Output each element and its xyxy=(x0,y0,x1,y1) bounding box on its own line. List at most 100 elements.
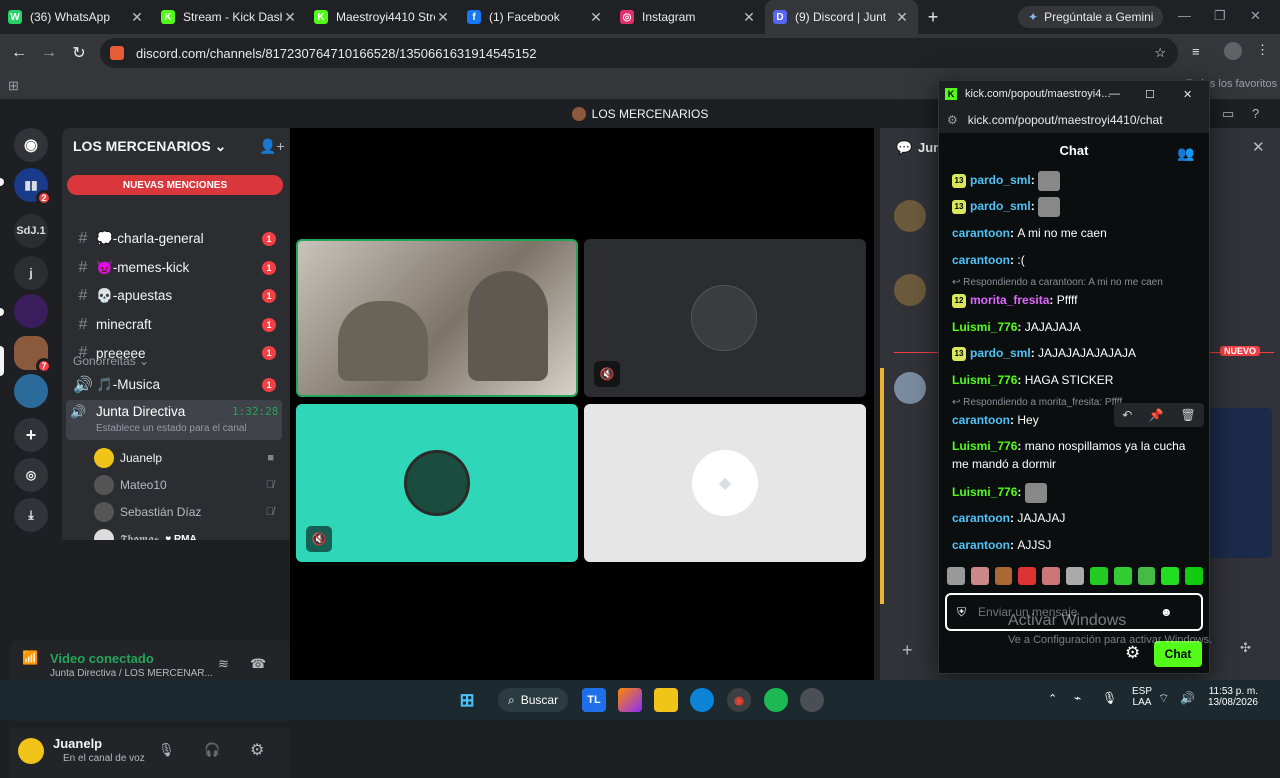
category-header[interactable]: Gonorreitas ⌄ xyxy=(73,354,149,368)
maximize-icon[interactable]: ❐ xyxy=(1214,8,1226,24)
emote-icon[interactable] xyxy=(1113,567,1132,585)
chat-message[interactable]: Luismi_776: mano nospillamos ya la cucha… xyxy=(952,437,1202,473)
discover-icon[interactable]: ◎ xyxy=(14,458,48,492)
new-mentions-button[interactable]: NUEVAS MENCIONES xyxy=(67,175,283,195)
emote-icon[interactable] xyxy=(970,567,989,585)
discord-home-icon[interactable]: ◉ xyxy=(14,128,48,162)
text-channel[interactable]: # 💀-apuestas 1 xyxy=(70,283,282,309)
guild-icon[interactable] xyxy=(14,374,48,408)
emote-icon[interactable] xyxy=(1018,567,1037,585)
guild-los-mercenarios[interactable]: 7 xyxy=(14,336,52,374)
chat-message[interactable]: carantoon: :( xyxy=(952,251,1202,269)
guild-j[interactable]: j xyxy=(14,256,48,290)
network-icon[interactable]: ⌁ xyxy=(1074,691,1081,705)
username[interactable]: Juanelp xyxy=(53,736,102,751)
tl-app-icon[interactable]: TL xyxy=(582,688,606,712)
emote-icon[interactable] xyxy=(1042,567,1061,585)
emote-icon[interactable] xyxy=(947,567,965,585)
microphone-icon[interactable]: 🎙 xyxy=(1102,691,1117,705)
chat-message[interactable]: 12 morita_fresita: Pffff xyxy=(952,291,1202,309)
users-icon[interactable]: 👥 xyxy=(1177,145,1194,162)
chat-username[interactable]: pardo_sml xyxy=(970,346,1031,360)
chat-username[interactable]: carantoon xyxy=(952,413,1010,427)
wifi-icon[interactable]: ⌔ xyxy=(1158,691,1169,706)
chat-message[interactable]: Luismi_776: JAJAJAJA xyxy=(952,318,1202,336)
chat-username[interactable]: carantoon xyxy=(952,538,1010,552)
clock[interactable]: 11:53 p. m. 13/08/2026 xyxy=(1204,686,1258,708)
disconnect-icon[interactable]: ☎ xyxy=(250,656,266,672)
maximize-icon[interactable]: ☐ xyxy=(1145,88,1155,101)
microphone-icon[interactable]: 🎙 xyxy=(158,742,175,758)
guild-icon[interactable]: ▮▮ 2 xyxy=(14,168,52,206)
headphones-icon[interactable]: 🎧 xyxy=(204,742,220,758)
chevron-up-icon[interactable]: ⌃ xyxy=(1048,692,1057,705)
video-tile-user[interactable]: ◆ xyxy=(584,404,866,562)
browser-tab[interactable]: ◎ Instagram ✕ xyxy=(612,0,765,34)
close-tab-icon[interactable]: ✕ xyxy=(282,9,298,26)
text-channel[interactable]: # 💭-charla-general 1 xyxy=(70,226,282,252)
chat-username[interactable]: Luismi_776 xyxy=(952,439,1017,453)
chat-username[interactable]: Luismi_776 xyxy=(952,485,1017,499)
close-tab-icon[interactable]: ✕ xyxy=(435,9,451,26)
delete-icon[interactable]: 🗑 xyxy=(1180,408,1195,422)
chat-message[interactable]: carantoon: A mi no me caen xyxy=(952,224,1202,242)
close-icon[interactable]: ✕ xyxy=(1252,138,1265,156)
help-icon[interactable]: ? xyxy=(1252,106,1259,121)
browser-tab[interactable]: K Stream - Kick Dashb✕ xyxy=(153,0,306,34)
apps-icon[interactable]: ✣ xyxy=(1240,640,1251,656)
pin-icon[interactable]: 📌 xyxy=(1149,408,1164,422)
minimize-icon[interactable]: — xyxy=(1178,8,1191,23)
vc-channel-subtitle[interactable]: Junta Directiva / LOS MERCENAR... xyxy=(50,668,213,679)
copilot-icon[interactable] xyxy=(618,688,642,712)
minimize-icon[interactable]: — xyxy=(1109,88,1120,100)
voice-channel-musica[interactable]: 🔊 🎵-Musica 1 xyxy=(70,372,282,398)
close-icon[interactable]: ✕ xyxy=(1183,88,1192,101)
voice-channel-junta-directiva[interactable]: 🔊 Junta Directiva 1:32:28 Establece un e… xyxy=(66,400,282,440)
file-explorer-icon[interactable] xyxy=(654,688,678,712)
browser-tab[interactable]: K Maestroyi4410 Strea✕ xyxy=(306,0,459,34)
gemini-button[interactable]: ✦ Pregúntale a Gemini xyxy=(1018,6,1164,28)
chat-username[interactable]: pardo_sml xyxy=(970,173,1031,187)
chat-username[interactable]: Luismi_776 xyxy=(952,320,1017,334)
guild-icon[interactable] xyxy=(14,294,48,328)
new-tab-button[interactable]: + xyxy=(918,7,948,28)
embedded-image[interactable] xyxy=(1210,408,1272,558)
noise-icon[interactable]: ≋ xyxy=(218,656,229,672)
text-channel[interactable]: # minecraft 1 xyxy=(70,312,282,338)
forward-icon[interactable]: → xyxy=(34,44,64,62)
voice-user[interactable]: 𝕿𝖍𝖔𝖒𝖆𝖘 ♥ RMA xyxy=(94,527,274,540)
add-server-icon[interactable]: + xyxy=(14,418,48,452)
spotify-icon[interactable] xyxy=(764,688,788,712)
chat-username[interactable]: carantoon xyxy=(952,511,1010,525)
bookmark-star-icon[interactable]: ☆ xyxy=(1154,45,1166,61)
close-tab-icon[interactable]: ✕ xyxy=(588,9,604,26)
emote-icon[interactable] xyxy=(1089,567,1108,585)
avatar[interactable] xyxy=(18,738,44,764)
server-name-header[interactable]: LOS MERCENARIOS ⌄ xyxy=(73,138,226,155)
close-tab-icon[interactable]: ✕ xyxy=(129,9,145,26)
volume-icon[interactable]: 🔊 xyxy=(1180,691,1195,705)
vc-status-title[interactable]: Video conectado xyxy=(50,651,154,666)
reply-context[interactable]: ↩ Respondiendo a morita_fresita: Pffff xyxy=(952,397,1122,408)
chat-message[interactable]: Luismi_776: xyxy=(952,483,1202,503)
chat-username[interactable]: carantoon xyxy=(952,253,1010,267)
chat-username[interactable]: pardo_sml xyxy=(970,199,1031,213)
obs-icon[interactable] xyxy=(800,688,824,712)
chat-message[interactable]: carantoon: AJJSJ xyxy=(952,536,1202,554)
chat-message[interactable]: 13 pardo_sml: xyxy=(952,197,1202,217)
download-icon[interactable]: ⤓ xyxy=(14,498,48,532)
chat-message[interactable]: carantoon: JAJAJAJ xyxy=(952,509,1202,527)
video-tile-user[interactable]: 🔇 xyxy=(584,239,866,397)
emote-icon[interactable] xyxy=(1185,567,1203,585)
chat-message[interactable]: Luismi_776: HAGA STICKER xyxy=(952,371,1202,389)
reply-icon[interactable]: ↶ xyxy=(1122,408,1132,422)
emote-icon[interactable] xyxy=(1066,567,1084,585)
browser-tab[interactable]: W (36) WhatsApp ✕ xyxy=(0,0,153,34)
chrome-icon[interactable]: ◉ xyxy=(727,688,751,712)
close-tab-icon[interactable]: ✕ xyxy=(741,9,757,26)
browser-tab[interactable]: D (9) Discord | Junt ✕ xyxy=(765,0,918,34)
reload-icon[interactable]: ↻ xyxy=(64,43,94,63)
video-tile-camera[interactable] xyxy=(296,239,578,397)
chat-message[interactable]: 13 pardo_sml: JAJAJAJAJAJAJA xyxy=(952,344,1202,362)
apps-icon[interactable]: ⊞ xyxy=(8,78,19,94)
